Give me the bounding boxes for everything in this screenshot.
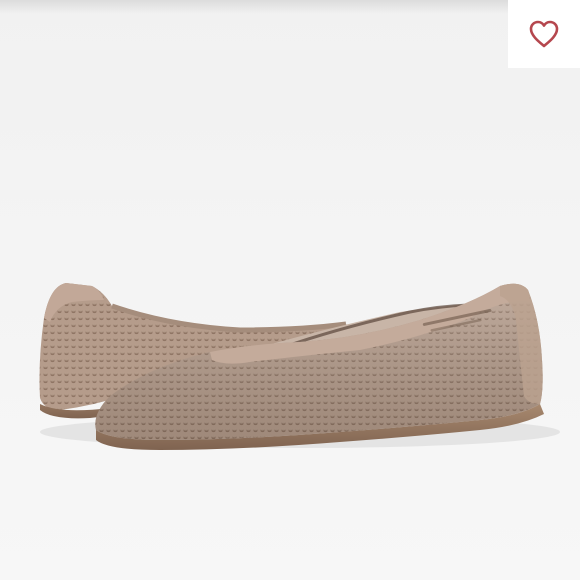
heart-outline-icon: [529, 20, 559, 48]
shoe-pair-illustration: [39, 283, 560, 450]
like-button[interactable]: [508, 0, 580, 68]
product-photo: [0, 0, 580, 580]
right-shoe: [95, 283, 544, 450]
